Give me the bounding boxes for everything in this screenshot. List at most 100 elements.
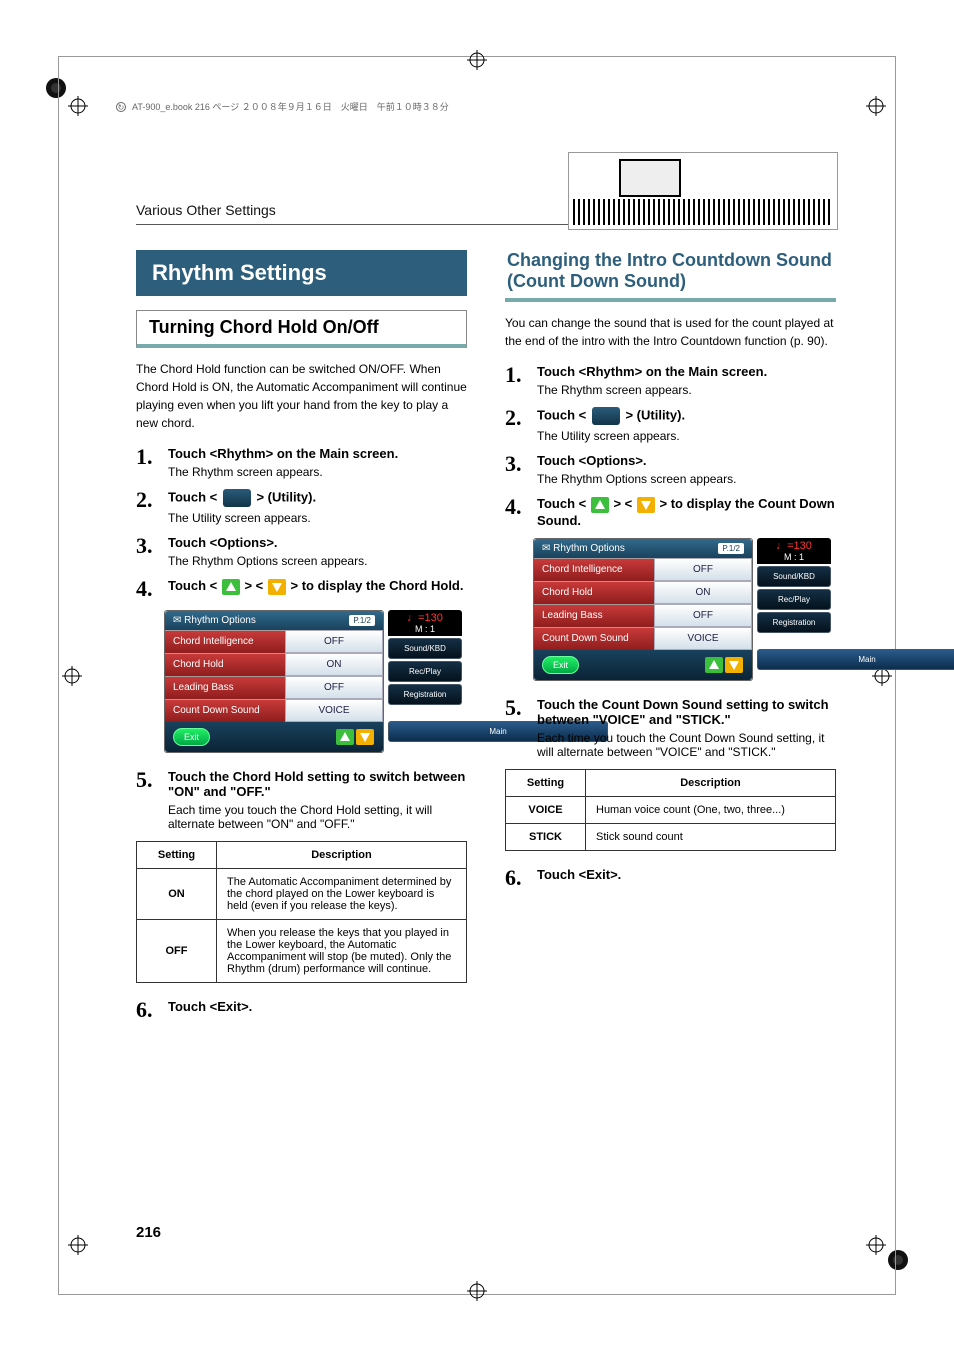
table-header: Setting <box>506 769 586 796</box>
side-button[interactable]: Sound/KBD <box>757 566 831 587</box>
option-row[interactable]: Leading BassOFF <box>165 676 383 699</box>
table-row: VOICE Human voice count (One, two, three… <box>506 796 836 823</box>
registration-mark-icon <box>467 50 487 70</box>
step-number: 4. <box>136 578 158 600</box>
option-label: Leading Bass <box>165 676 285 699</box>
option-label: Count Down Sound <box>165 699 285 722</box>
option-label: Chord Intelligence <box>534 558 654 581</box>
exit-button[interactable]: Exit <box>173 728 210 746</box>
side-button[interactable]: Sound/KBD <box>388 638 462 659</box>
content-columns: Rhythm Settings Turning Chord Hold On/Of… <box>136 250 836 1031</box>
option-value: OFF <box>285 630 383 653</box>
side-button[interactable]: Registration <box>388 684 462 705</box>
setting-desc: Human voice count (One, two, three...) <box>586 796 836 823</box>
step-description: The Rhythm Options screen appears. <box>537 472 736 486</box>
page-indicator: P.1/2 <box>349 615 375 626</box>
page-indicator: P.1/2 <box>718 543 744 554</box>
registration-mark-icon <box>62 666 82 686</box>
option-row[interactable]: Chord IntelligenceOFF <box>165 630 383 653</box>
option-row[interactable]: Leading BassOFF <box>534 604 752 627</box>
step: 2.Touch < > (Utility).The Utility screen… <box>136 489 467 525</box>
arrow-up-icon <box>591 497 609 513</box>
step-description: The Utility screen appears. <box>537 429 685 443</box>
arrow-up-icon[interactable] <box>336 729 354 745</box>
setting-key: VOICE <box>506 796 586 823</box>
setting-key: ON <box>137 869 217 920</box>
option-label: Count Down Sound <box>534 627 654 650</box>
step-instruction: Touch <Exit>. <box>537 867 621 882</box>
step-number: 6. <box>136 999 158 1021</box>
table-row: ON The Automatic Accompaniment determine… <box>137 869 467 920</box>
book-metadata: ↻ AT-900_e.book 216 ページ ２００８年９月１６日 火曜日 午… <box>116 100 449 113</box>
step-number: 1. <box>136 446 158 479</box>
option-label: Chord Intelligence <box>165 630 285 653</box>
option-row[interactable]: Chord IntelligenceOFF <box>534 558 752 581</box>
option-row[interactable]: Chord HoldON <box>165 653 383 676</box>
option-label: Leading Bass <box>534 604 654 627</box>
table-row: STICK Stick sound count <box>506 823 836 850</box>
side-button[interactable]: Rec/Play <box>388 661 462 682</box>
arrow-down-icon <box>637 497 655 513</box>
heading-rhythm-settings: Rhythm Settings <box>136 250 467 296</box>
step-description: Each time you touch the Chord Hold setti… <box>168 803 467 831</box>
main-button[interactable]: Main <box>757 649 954 670</box>
step-number: 4. <box>505 496 527 528</box>
step-instruction: Touch <Options>. <box>168 535 367 550</box>
step-number: 2. <box>136 489 158 525</box>
step: 1. Touch <Rhythm> on the Main screen. The … <box>505 364 836 397</box>
exit-button[interactable]: Exit <box>542 656 579 674</box>
step-number: 6. <box>505 867 527 889</box>
option-value: OFF <box>654 604 752 627</box>
step-description: The Rhythm screen appears. <box>168 465 398 479</box>
step: 4. Touch < > < > to display the Count Dow… <box>505 496 836 528</box>
step-description: The Utility screen appears. <box>168 511 316 525</box>
registration-mark-icon <box>68 96 88 116</box>
step: 3.Touch <Options>.The Rhythm Options scr… <box>136 535 467 568</box>
section-title: Various Other Settings <box>136 202 276 218</box>
utility-icon <box>223 489 251 507</box>
step-instruction: Touch <Rhythm> on the Main screen. <box>168 446 398 461</box>
option-row[interactable]: Count Down SoundVOICE <box>165 699 383 722</box>
table-header: Description <box>586 769 836 796</box>
option-value: VOICE <box>285 699 383 722</box>
step: 1. Touch <Rhythm> on the Main screen. The … <box>136 446 467 479</box>
step: 2.Touch < > (Utility).The Utility screen… <box>505 407 836 443</box>
rhythm-options-screenshot: ✉ Rhythm Options P.1/2 Chord IntelligenceO… <box>533 538 835 681</box>
screenshot-title: ✉ Rhythm Options <box>173 615 256 626</box>
left-column: Rhythm Settings Turning Chord Hold On/Of… <box>136 250 467 1031</box>
step-5: 5. Touch the Chord Hold setting to switc… <box>136 769 467 831</box>
setting-key: STICK <box>506 823 586 850</box>
option-row[interactable]: Chord HoldON <box>534 581 752 604</box>
arrow-up-icon[interactable] <box>705 657 723 673</box>
step-number: 2. <box>505 407 527 443</box>
step-instruction: Touch < > < > to display the Count Down … <box>537 496 836 528</box>
screenshot-title: ✉ Rhythm Options <box>542 543 625 554</box>
screenshot-title-bar: ✉ Rhythm Options P.1/2 <box>534 539 752 558</box>
step-description: The Rhythm screen appears. <box>537 383 767 397</box>
step: 4.Touch < > < > to display the Chord Hol… <box>136 578 467 600</box>
right-column: Changing the Intro Countdown Sound (Coun… <box>505 250 836 1031</box>
setting-key: OFF <box>137 920 217 983</box>
book-meta-text: AT-900_e.book 216 ページ ２００８年９月１６日 火曜日 午前１… <box>132 102 449 112</box>
step-number: 1. <box>505 364 527 397</box>
table-row: OFF When you release the keys that you p… <box>137 920 467 983</box>
step-6: 6. Touch <Exit>. <box>505 867 836 889</box>
intro-paragraph: You can change the sound that is used fo… <box>505 314 836 350</box>
option-label: Chord Hold <box>165 653 285 676</box>
option-row[interactable]: Count Down SoundVOICE <box>534 627 752 650</box>
arrow-down-icon[interactable] <box>356 729 374 745</box>
step: 3.Touch <Options>.The Rhythm Options scr… <box>505 453 836 486</box>
option-value: OFF <box>285 676 383 699</box>
side-button[interactable]: Rec/Play <box>757 589 831 610</box>
step-instruction: Touch the Chord Hold setting to switch b… <box>168 769 467 799</box>
utility-icon <box>592 407 620 425</box>
step-6: 6. Touch <Exit>. <box>136 999 467 1021</box>
arrow-down-icon[interactable] <box>725 657 743 673</box>
step-instruction: Touch <Rhythm> on the Main screen. <box>537 364 767 379</box>
screenshot-title-bar: ✉ Rhythm Options P.1/2 <box>165 611 383 630</box>
side-button[interactable]: Registration <box>757 612 831 633</box>
settings-table: Setting Description ON The Automatic Acc… <box>136 841 467 983</box>
registration-mark-icon <box>467 1281 487 1301</box>
step-5: 5. Touch the Count Down Sound setting to… <box>505 697 836 759</box>
registration-mark-icon <box>866 1235 886 1255</box>
